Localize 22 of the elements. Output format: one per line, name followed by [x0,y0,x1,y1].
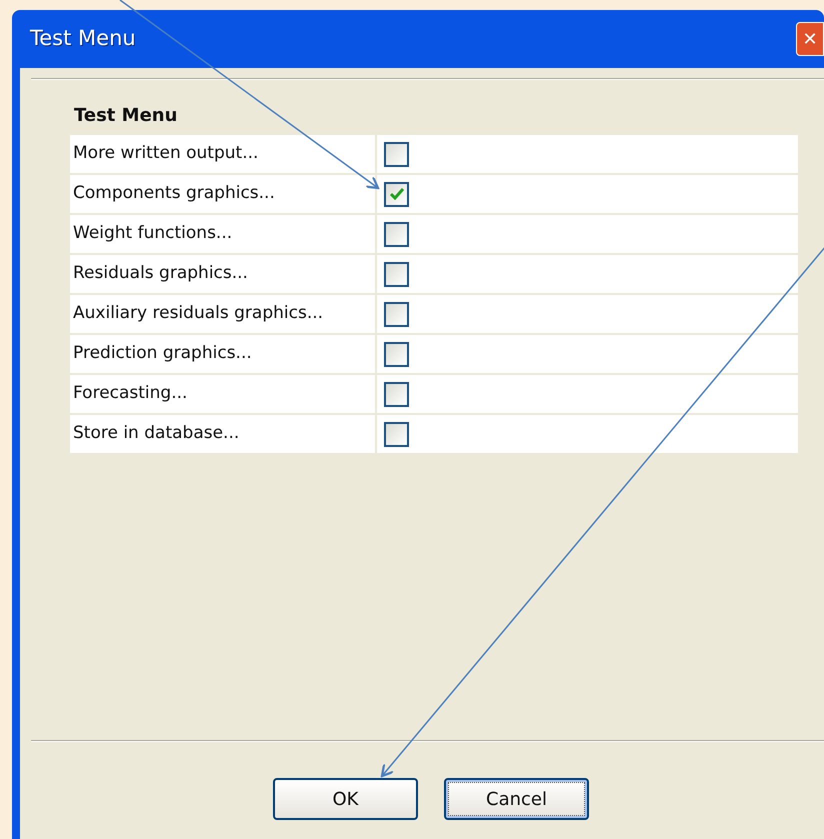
checkmark-icon [390,188,404,200]
option-label: Prediction graphics... [70,335,377,373]
checkbox[interactable] [384,182,409,206]
checkbox[interactable] [384,422,409,446]
option-label: Residuals graphics... [70,255,377,293]
checkbox[interactable] [384,342,409,366]
cancel-button[interactable]: Cancel [444,778,589,820]
checkbox[interactable] [384,222,409,246]
checkbox[interactable] [384,142,409,166]
checkbox[interactable] [384,382,409,406]
checkbox[interactable] [384,262,409,286]
group-title: Test Menu [74,104,178,128]
option-label: Store in database... [70,415,377,453]
option-label: Weight functions... [70,215,377,253]
close-button[interactable]: ✕ [796,22,824,56]
ok-button[interactable]: OK [273,778,418,820]
option-label: Auxiliary residuals graphics... [70,295,377,333]
window-title: Test Menu [29,25,136,52]
option-label: More written output... [70,135,377,173]
option-label: Forecasting... [70,375,377,413]
checkbox[interactable] [384,302,409,326]
option-label: Components graphics... [70,175,377,213]
